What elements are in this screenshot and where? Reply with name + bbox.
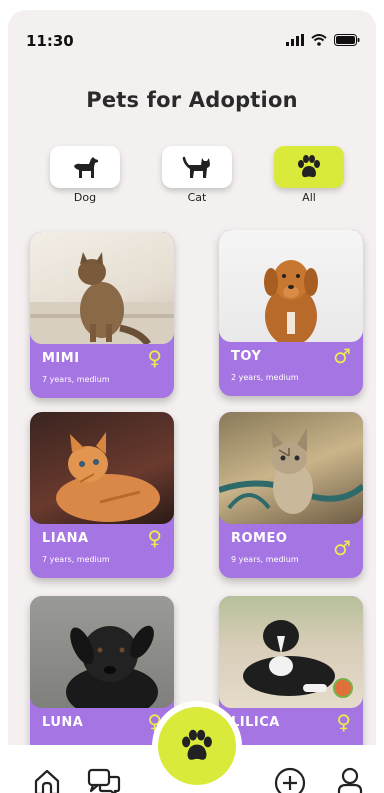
pet-photo — [30, 596, 174, 708]
pet-info: 7 years, medium — [42, 375, 110, 384]
category-dog-button[interactable] — [50, 146, 120, 188]
pet-card-mimi[interactable]: MIMI ♀ 7 years, medium — [30, 232, 174, 398]
pet-card-liana[interactable]: LIANA ♀ 7 years, medium — [30, 412, 174, 578]
category-cat-label: Cat — [187, 191, 207, 204]
pet-card-lilica[interactable]: LILICA ♀ — [219, 596, 363, 762]
cat-icon — [182, 156, 210, 178]
app-screen: 11:30 Pets for Adoption Dog Cat All MIMI… — [8, 10, 376, 793]
battery-icon — [334, 34, 360, 46]
adopt-paw-button[interactable] — [158, 707, 236, 785]
cat-photo — [219, 428, 363, 514]
status-bar: 11:30 — [8, 32, 376, 52]
category-dog-label: Dog — [73, 191, 97, 204]
female-icon: ♀ — [336, 710, 351, 734]
dog-photo — [264, 260, 318, 342]
clock: 11:30 — [26, 32, 74, 50]
add-icon[interactable] — [274, 767, 306, 793]
category-dog[interactable]: Dog — [50, 146, 120, 204]
pet-name: TOY — [231, 349, 262, 364]
dog-icon — [74, 157, 98, 178]
pet-photo — [30, 412, 174, 524]
pet-info: 2 years, medium — [231, 373, 299, 382]
pet-name: LIANA — [42, 531, 89, 546]
pet-info: 7 years, medium — [42, 555, 110, 564]
female-icon: ♀ — [147, 710, 162, 734]
female-icon: ♀ — [147, 346, 162, 370]
pet-photo — [219, 412, 363, 524]
category-all[interactable]: All — [274, 146, 344, 204]
pet-name: ROMEO — [231, 531, 288, 546]
male-icon: ♂ — [333, 536, 351, 560]
pet-photo — [219, 230, 363, 342]
female-icon: ♀ — [147, 526, 162, 550]
dog-photo — [243, 620, 353, 698]
pet-name: LILICA — [231, 715, 280, 730]
cat-photo — [56, 432, 160, 522]
pet-card-luna[interactable]: LUNA ♀ — [30, 596, 174, 762]
pet-card-romeo[interactable]: ROMEO ♂ 9 years, medium — [219, 412, 363, 578]
wifi-icon — [311, 34, 327, 46]
category-all-label: All — [302, 191, 316, 204]
pet-name: LUNA — [42, 715, 84, 730]
pet-photo — [30, 232, 174, 344]
paw-icon — [182, 729, 212, 760]
pet-card-toy[interactable]: TOY ♂ 2 years, medium — [219, 230, 363, 396]
profile-icon[interactable] — [336, 767, 364, 793]
cat-photo — [30, 252, 174, 344]
category-all-button[interactable] — [274, 146, 344, 188]
category-cat-button[interactable] — [162, 146, 232, 188]
category-cat[interactable]: Cat — [162, 146, 232, 204]
pet-name: MIMI — [42, 351, 80, 366]
paw-icon — [298, 155, 320, 178]
pet-info: 9 years, medium — [231, 555, 299, 564]
pet-photo — [219, 596, 363, 708]
male-icon: ♂ — [333, 344, 351, 368]
home-icon[interactable] — [32, 767, 62, 793]
dog-photo — [66, 625, 158, 708]
page-title: Pets for Adoption — [86, 88, 298, 112]
status-icons — [286, 34, 360, 46]
chat-icon[interactable] — [86, 767, 122, 793]
signal-icon — [286, 34, 304, 46]
